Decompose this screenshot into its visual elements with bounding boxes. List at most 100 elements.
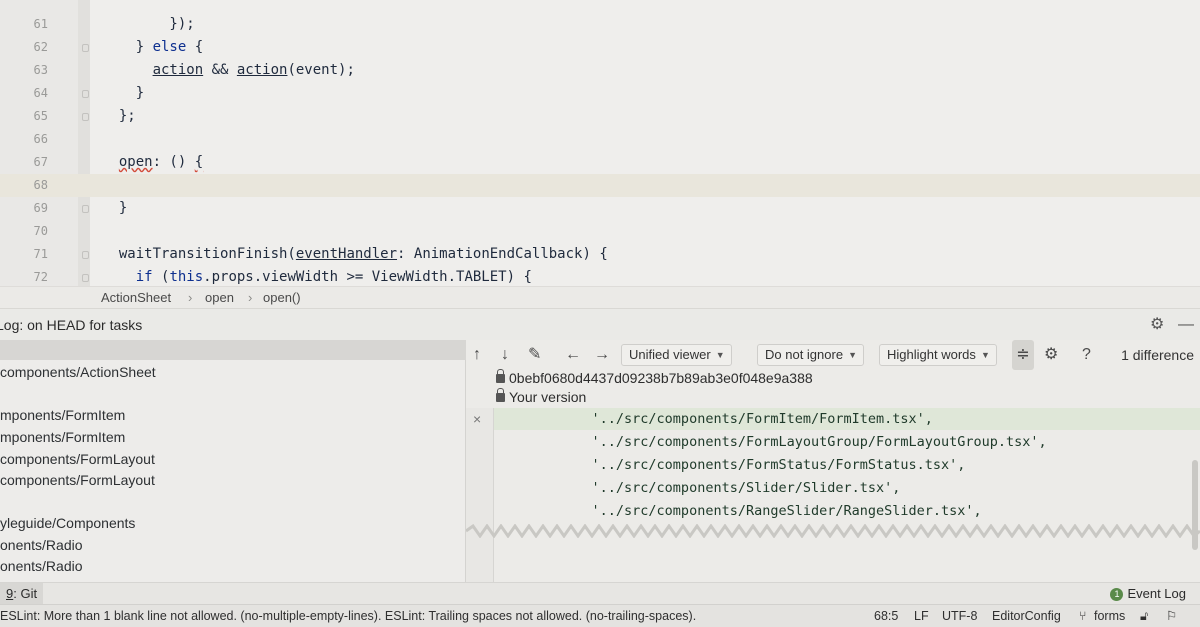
code-line[interactable]: 62 } else { xyxy=(0,36,1200,59)
list-item[interactable]: components/FormLayout xyxy=(0,451,155,467)
line-number[interactable]: 65 xyxy=(0,105,48,128)
lock-icon[interactable]: 🔓︎ xyxy=(1140,605,1148,627)
gear-icon[interactable]: ⚙ xyxy=(1044,340,1058,370)
arrow-down-icon[interactable]: ↓ xyxy=(501,340,509,370)
revert-change-icon[interactable]: × xyxy=(473,408,481,430)
revision-hash-line: 0bebf0680d4437d09238b7b89ab3e0f048e9a388 xyxy=(496,369,813,386)
code-line[interactable]: 72 if (this.props.viewWidth >= ViewWidth… xyxy=(0,266,1200,288)
code-token: waitTransitionFinish( xyxy=(102,246,296,262)
notifications-icon[interactable]: ⚐ xyxy=(1166,605,1177,627)
diff-viewer[interactable]: ↑ ↓ ✎ ← → Unified viewer ▼ Do not ignore… xyxy=(466,340,1200,582)
list-item[interactable]: mponents/FormItem xyxy=(0,429,125,445)
list-item[interactable]: components/ActionSheet xyxy=(0,364,156,380)
edit-pencil-icon[interactable]: ✎ xyxy=(528,340,541,370)
code-line[interactable]: 63 action && action(event); xyxy=(0,59,1200,82)
code-line[interactable]: 69 } xyxy=(0,197,1200,220)
code-text: }; xyxy=(102,105,136,128)
changed-files-list[interactable]: components/ActionSheet mponents/FormItem… xyxy=(0,340,466,582)
code-line[interactable]: 66 xyxy=(0,128,1200,151)
ignore-label: Do not ignore xyxy=(765,347,844,362)
caret-position[interactable]: 68:5 xyxy=(874,605,898,627)
line-number[interactable]: 63 xyxy=(0,59,48,82)
code-line[interactable]: 71 waitTransitionFinish(eventHandler: An… xyxy=(0,243,1200,266)
line-number[interactable]: 71 xyxy=(0,243,48,266)
code-token: if xyxy=(135,269,153,285)
minimize-icon[interactable]: — xyxy=(1178,309,1194,341)
ignore-whitespace-dropdown[interactable]: Do not ignore ▼ xyxy=(757,344,865,366)
diff-line: '../src/components/FormStatus/FormStatus… xyxy=(494,457,966,473)
list-item[interactable]: yleguide/Components xyxy=(0,515,135,531)
line-number[interactable]: 64 xyxy=(0,82,48,105)
arrow-left-icon[interactable]: ← xyxy=(565,340,581,370)
highlight-dropdown[interactable]: Highlight words ▼ xyxy=(879,344,997,366)
file-encoding[interactable]: UTF-8 xyxy=(942,605,977,627)
event-log-button[interactable]: 1 Event Log xyxy=(1110,583,1186,605)
event-log-label: Event Log xyxy=(1127,586,1186,601)
fold-marker-icon[interactable] xyxy=(82,90,89,98)
line-number[interactable]: 69 xyxy=(0,197,48,220)
diff-scrollbar[interactable] xyxy=(1192,460,1198,550)
breadcrumb-item-actionsheet[interactable]: ActionSheet xyxy=(101,287,171,309)
code-token: eventHandler xyxy=(295,246,398,262)
collapse-unchanged-icon[interactable]: ≑ xyxy=(1012,340,1034,370)
code-line[interactable]: 61 }); xyxy=(0,13,1200,36)
revision-hash: 0bebf0680d4437d09238b7b89ab3e0f048e9a388 xyxy=(509,370,813,386)
line-number[interactable]: 61 xyxy=(0,13,48,36)
code-token: { xyxy=(194,154,204,170)
gear-icon[interactable]: ⚙ xyxy=(1150,309,1164,341)
line-number[interactable]: 70 xyxy=(0,220,48,243)
help-button[interactable]: ? xyxy=(1082,340,1091,370)
code-editor[interactable]: 61 }); 62 } else {63 action && action(eve… xyxy=(0,0,1200,288)
list-item[interactable]: onents/Radio xyxy=(0,537,83,553)
code-text: waitTransitionFinish(eventHandler: Anima… xyxy=(102,243,608,266)
line-number[interactable]: 72 xyxy=(0,266,48,288)
diff-line: '../src/components/FormLayoutGroup/FormL… xyxy=(494,434,1047,450)
breadcrumb-item-open[interactable]: open xyxy=(205,287,234,309)
collapsed-region-separator[interactable] xyxy=(466,524,1200,538)
event-log-badge: 1 xyxy=(1110,588,1124,601)
code-token: } xyxy=(102,39,153,55)
line-number[interactable]: 62 xyxy=(0,36,48,59)
caret-down-icon: ▼ xyxy=(848,350,858,360)
fold-marker-icon[interactable] xyxy=(82,274,89,282)
code-token: : () xyxy=(152,154,195,170)
diff-line: '../src/components/RangeSlider/RangeSlid… xyxy=(494,503,982,519)
fold-marker-icon[interactable] xyxy=(82,205,89,213)
code-token: action xyxy=(236,62,288,78)
editor-config[interactable]: EditorConfig xyxy=(992,605,1061,627)
log-title: Log: on HEAD for tasks xyxy=(0,317,143,333)
line-ending[interactable]: LF xyxy=(914,605,929,627)
arrow-right-icon[interactable]: → xyxy=(594,340,610,370)
breadcrumb-item-open-fn[interactable]: open() xyxy=(263,287,301,309)
viewer-mode-dropdown[interactable]: Unified viewer ▼ xyxy=(621,344,732,366)
code-line[interactable]: 70 xyxy=(0,220,1200,243)
list-item[interactable]: components/FormLayout xyxy=(0,472,155,488)
list-item[interactable]: mponents/FormItem xyxy=(0,407,125,423)
git-log-header: Log: on HEAD for tasks ⚙ — xyxy=(0,308,1200,340)
arrow-up-icon[interactable]: ↑ xyxy=(473,340,481,370)
code-token: }); xyxy=(102,16,195,32)
line-number[interactable]: 68 xyxy=(0,174,48,197)
code-token: : AnimationEndCallback) { xyxy=(397,246,608,262)
code-token: else xyxy=(152,39,187,55)
git-branch[interactable]: forms xyxy=(1094,605,1125,627)
fold-marker-icon[interactable] xyxy=(82,44,89,52)
code-line[interactable]: 67 open: () { xyxy=(0,151,1200,174)
line-number[interactable]: 67 xyxy=(0,151,48,174)
code-line[interactable]: 68 xyxy=(0,174,1200,197)
diff-line-added: '../src/components/FormItem/FormItem.tsx… xyxy=(494,408,1200,430)
list-item[interactable]: onents/Radio xyxy=(0,558,83,574)
lock-icon xyxy=(496,369,505,383)
highlight-label: Highlight words xyxy=(887,347,976,362)
list-selection-header xyxy=(0,340,466,360)
fold-marker-icon[interactable] xyxy=(82,113,89,121)
code-token: action xyxy=(152,62,204,78)
git-tool-tab[interactable]: 9: Git xyxy=(0,583,44,604)
fold-marker-icon[interactable] xyxy=(82,251,89,259)
status-message: ESLint: More than 1 blank line not allow… xyxy=(0,609,697,623)
caret-down-icon: ▼ xyxy=(715,350,725,360)
code-line[interactable]: 64 } xyxy=(0,82,1200,105)
line-number[interactable]: 66 xyxy=(0,128,48,151)
code-line[interactable]: 65 }; xyxy=(0,105,1200,128)
